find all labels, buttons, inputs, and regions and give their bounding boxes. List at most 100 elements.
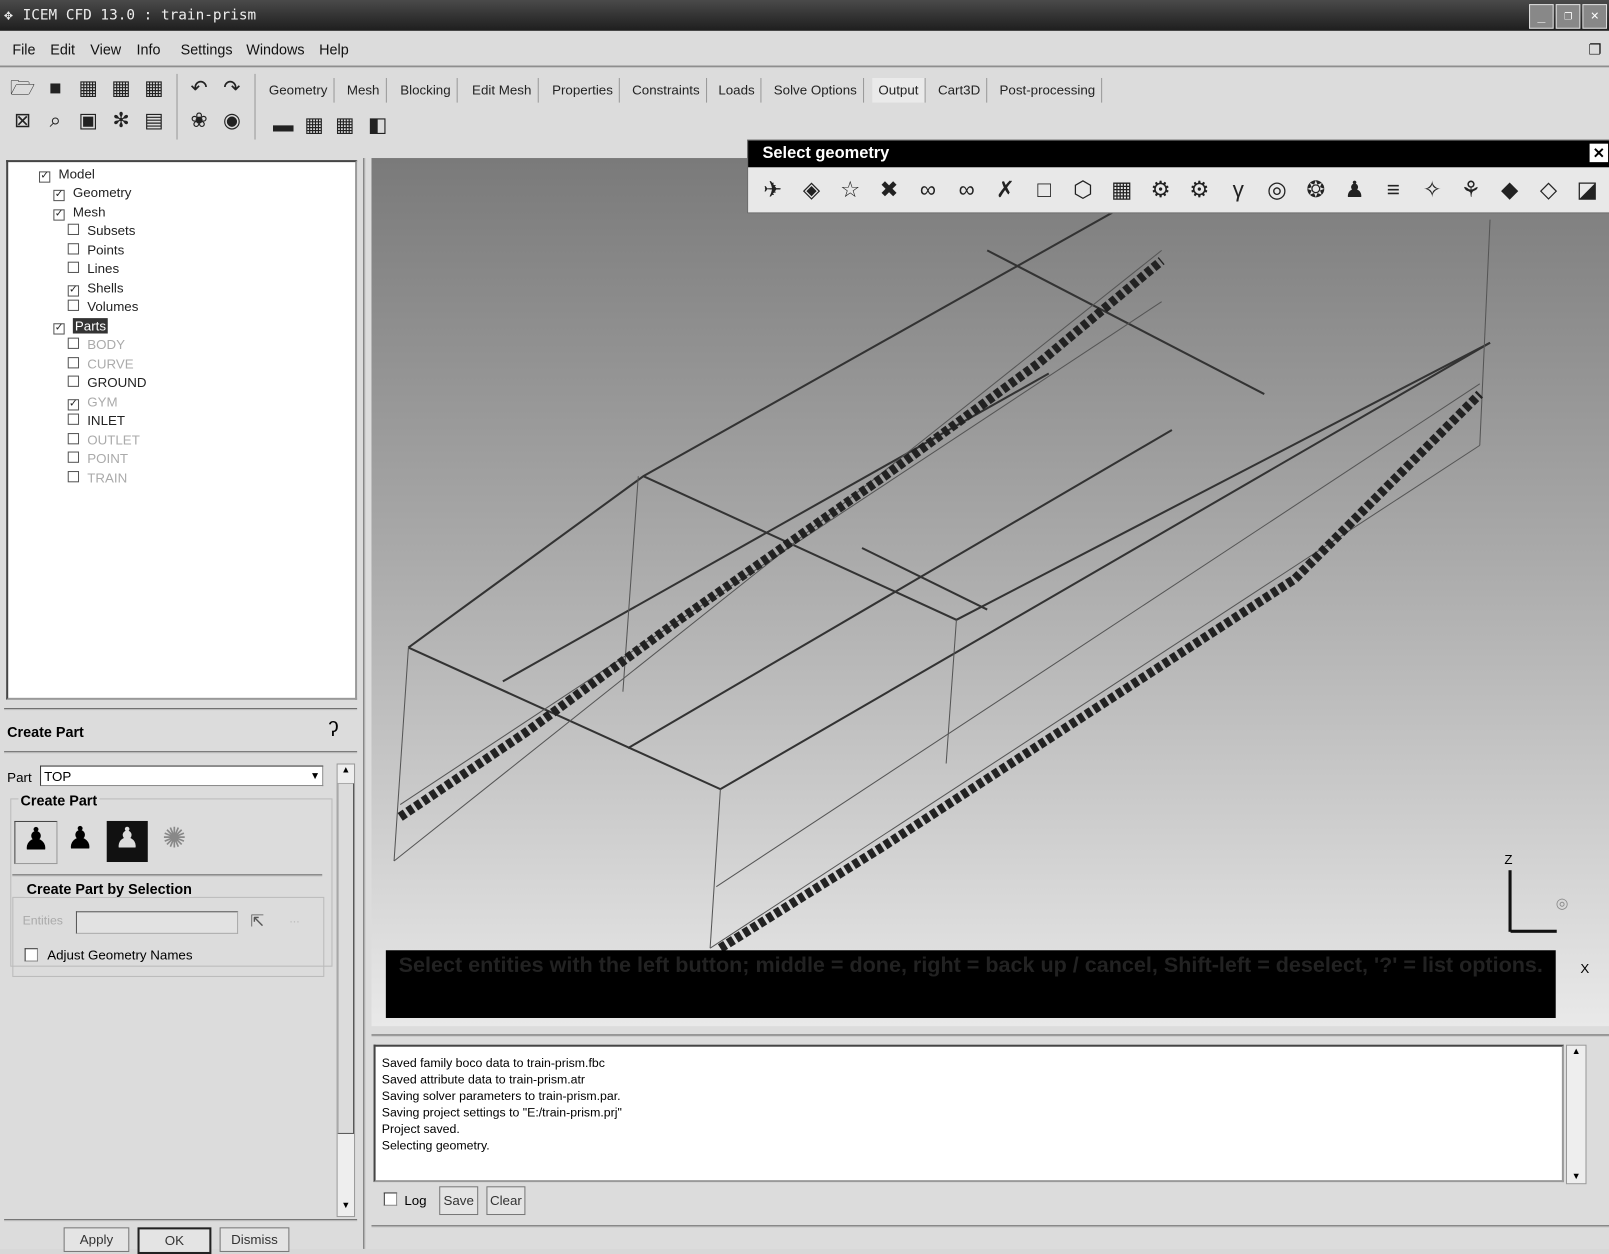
- clear-log-button[interactable]: Clear: [486, 1186, 526, 1216]
- checkbox-icon[interactable]: [67, 299, 80, 311]
- boundary-conditions-icon[interactable]: ▦: [330, 111, 359, 140]
- checkbox-icon[interactable]: [67, 470, 80, 482]
- checkbox-icon[interactable]: [67, 356, 80, 368]
- checkbox-icon[interactable]: [67, 375, 80, 387]
- create-part-by-selection-icon[interactable]: ♟: [14, 820, 58, 865]
- tree-node-volumes[interactable]: Volumes: [67, 299, 138, 314]
- checkbox-icon[interactable]: ✓: [67, 398, 80, 410]
- part-name-combobox[interactable]: TOP ▼: [40, 765, 324, 787]
- tree-node-lines[interactable]: Lines: [67, 261, 119, 276]
- tree-node-parts[interactable]: ✓ Parts: [53, 317, 109, 335]
- console-scrollbar[interactable]: ▲ ▼: [1565, 1044, 1587, 1185]
- tree-node-point[interactable]: POINT: [67, 451, 128, 466]
- checkbox-icon[interactable]: ✓: [38, 171, 51, 183]
- tab-mesh[interactable]: Mesh: [341, 77, 387, 103]
- save-log-button[interactable]: Save: [439, 1186, 479, 1216]
- measure-icon[interactable]: ▣: [74, 107, 103, 136]
- display-icon[interactable]: ✻: [107, 107, 136, 136]
- tree-node-points[interactable]: Points: [67, 242, 124, 257]
- checkbox-icon[interactable]: [67, 223, 80, 235]
- tab-post-processing[interactable]: Post-processing: [993, 77, 1103, 103]
- save-geometry-icon[interactable]: ▦: [74, 74, 103, 103]
- menu-file[interactable]: File: [12, 41, 35, 57]
- tab-blocking[interactable]: Blocking: [394, 77, 458, 103]
- checkbox-icon[interactable]: ✓: [53, 208, 65, 221]
- create-part-by-elements-icon[interactable]: ♟: [106, 820, 148, 863]
- scroll-up-icon[interactable]: ▲: [338, 765, 354, 781]
- save-mesh-icon[interactable]: ▦: [107, 74, 136, 103]
- save-blocking-icon[interactable]: ▦: [140, 74, 169, 103]
- dismiss-button[interactable]: Dismiss: [219, 1227, 290, 1252]
- tab-solve-options[interactable]: Solve Options: [768, 77, 864, 103]
- tab-output[interactable]: Output: [872, 77, 926, 103]
- create-part-by-region-icon[interactable]: ✺: [154, 821, 195, 862]
- solver-setup-icon[interactable]: ▦: [300, 111, 329, 140]
- redo-icon[interactable]: ↷: [218, 74, 247, 103]
- select-subset-icon[interactable]: ✧: [1416, 173, 1449, 206]
- create-part-by-bodies-icon[interactable]: ♟: [60, 821, 101, 862]
- tree-node-subsets[interactable]: Subsets: [67, 223, 135, 238]
- select-body-2-icon[interactable]: ◇: [1532, 173, 1565, 206]
- tab-edit-mesh[interactable]: Edit Mesh: [466, 77, 539, 103]
- scroll-up-icon[interactable]: ▲: [1567, 1046, 1585, 1056]
- select-loop-icon[interactable]: ◆: [1493, 173, 1526, 206]
- apply-button[interactable]: Apply: [63, 1227, 130, 1252]
- fit-window-icon[interactable]: ⊠: [8, 107, 37, 136]
- menu-help[interactable]: Help: [319, 41, 349, 57]
- select-by-family-icon[interactable]: ⚙: [1183, 173, 1216, 206]
- checkbox-icon[interactable]: [67, 432, 80, 444]
- select-face-icon[interactable]: ◪: [1571, 173, 1604, 206]
- tab-cart3d[interactable]: Cart3D: [932, 77, 988, 103]
- tree-node-gym[interactable]: ✓ GYM: [67, 394, 118, 410]
- ok-button[interactable]: OK: [137, 1227, 212, 1254]
- solid-icon[interactable]: ◉: [218, 107, 247, 136]
- select-body-icon[interactable]: ∞: [950, 173, 983, 206]
- zoom-icon[interactable]: ⌕: [41, 107, 70, 136]
- tree-node-geometry[interactable]: ✓ Geometry: [53, 185, 131, 202]
- select-by-part-icon[interactable]: ⚙: [1144, 173, 1177, 206]
- tree-node-body[interactable]: BODY: [67, 337, 125, 352]
- select-all-visible-icon[interactable]: ▦: [1105, 173, 1138, 206]
- tree-node-model[interactable]: ✓ Model: [38, 166, 95, 183]
- checkbox-icon[interactable]: [67, 242, 80, 254]
- checkbox-icon[interactable]: [67, 413, 80, 425]
- checkbox-icon[interactable]: ✓: [53, 322, 65, 335]
- tab-geometry[interactable]: Geometry: [263, 77, 335, 103]
- entities-input[interactable]: [75, 911, 239, 934]
- checkbox-icon[interactable]: [67, 261, 80, 273]
- menu-info[interactable]: Info: [136, 41, 160, 57]
- minimize-button[interactable]: _: [1529, 4, 1554, 29]
- tab-properties[interactable]: Properties: [546, 77, 621, 103]
- tab-loads[interactable]: Loads: [712, 77, 762, 103]
- maximize-button[interactable]: ❐: [1555, 4, 1581, 29]
- select-all-appropriate-icon[interactable]: ◈: [795, 173, 828, 206]
- checkbox-icon[interactable]: [67, 451, 80, 463]
- tree-node-mesh[interactable]: ✓ Mesh: [53, 204, 105, 221]
- close-button[interactable]: ✕: [1582, 4, 1608, 29]
- save-icon[interactable]: ■: [41, 74, 70, 103]
- close-icon[interactable]: ✕: [1589, 143, 1609, 163]
- menu-settings[interactable]: Settings: [181, 41, 233, 57]
- undo-icon[interactable]: ↶: [185, 74, 214, 103]
- select-by-type-icon[interactable]: γ: [1222, 173, 1255, 206]
- scroll-thumb[interactable]: [337, 782, 355, 1134]
- checkbox-icon[interactable]: ✓: [53, 189, 65, 202]
- open-icon[interactable]: 🗁: [8, 74, 37, 103]
- splitter[interactable]: [363, 158, 366, 1249]
- select-density-icon[interactable]: ❂: [1299, 173, 1332, 206]
- tree-node-curve[interactable]: CURVE: [67, 356, 134, 371]
- scroll-down-icon[interactable]: ▼: [338, 1200, 354, 1216]
- select-surface-icon[interactable]: ∞: [911, 173, 944, 206]
- tab-constraints[interactable]: Constraints: [626, 77, 707, 103]
- menu-view[interactable]: View: [90, 41, 121, 57]
- toggle-selection-icon[interactable]: ✈: [756, 173, 789, 206]
- select-material-icon[interactable]: ⚘: [1455, 173, 1488, 206]
- graphics-viewport[interactable]: Z X ◎: [371, 158, 1609, 1027]
- write-input-icon[interactable]: ▬: [269, 111, 298, 140]
- wireframe-icon[interactable]: ❀: [185, 107, 214, 136]
- panel-scrollbar[interactable]: ▲ ▼: [336, 763, 356, 1218]
- help-icon[interactable]: ʔ: [328, 718, 338, 742]
- select-by-name-icon[interactable]: ♟: [1338, 173, 1371, 206]
- refresh-icon[interactable]: ▤: [140, 107, 169, 136]
- tree-node-inlet[interactable]: INLET: [67, 413, 125, 428]
